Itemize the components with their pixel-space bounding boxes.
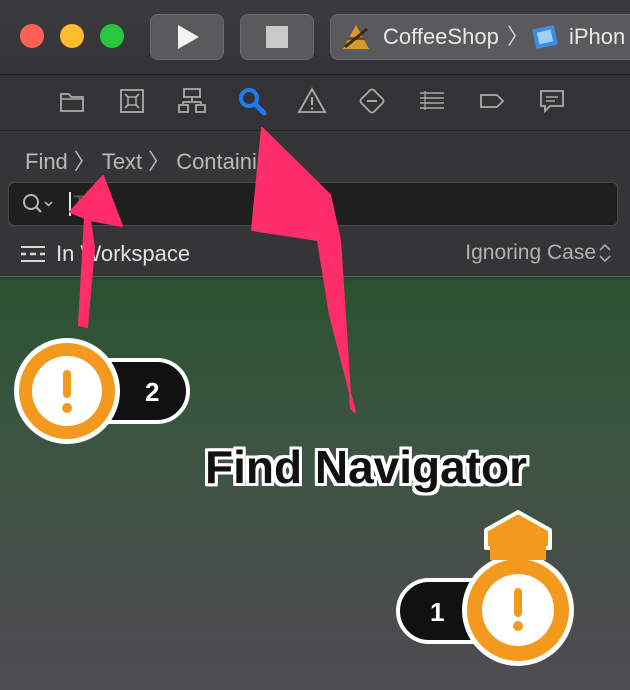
annotation-caption: Find Navigator	[205, 441, 528, 493]
find-mode-breadcrumb[interactable]: Find 〉 Text 〉 Containin	[25, 144, 269, 176]
list-icon[interactable]	[417, 86, 447, 116]
minimize-window-button[interactable]	[60, 24, 84, 48]
badge-1-number: 1	[430, 597, 445, 627]
chevron-right-icon: 〉	[507, 24, 530, 49]
find-search-field[interactable]: Te	[8, 182, 618, 226]
case-sensitivity-selector[interactable]: Ignoring Case	[465, 241, 596, 265]
search-icon[interactable]	[237, 86, 267, 116]
play-icon	[178, 25, 199, 49]
diamond-minus-icon[interactable]	[357, 86, 387, 116]
stop-icon	[266, 26, 288, 48]
scope-label[interactable]: In Workspace	[56, 241, 190, 267]
app-icon	[343, 25, 369, 49]
chevron-right-icon: 〉	[73, 149, 96, 174]
comment-icon[interactable]	[537, 86, 567, 116]
device-icon	[532, 25, 558, 49]
close-window-button[interactable]	[20, 24, 44, 48]
find-scope-row: In Workspace Ignoring Case	[0, 232, 630, 277]
scheme-selector[interactable]: CoffeeShop 〉 iPhon	[330, 14, 630, 60]
badge-2-number: 2	[145, 377, 160, 407]
scheme-app-label: CoffeeShop	[383, 24, 499, 49]
crumb-containing[interactable]: Containin	[176, 149, 269, 174]
run-button[interactable]	[150, 14, 224, 60]
tag-icon[interactable]	[477, 86, 507, 116]
stop-button[interactable]	[240, 14, 314, 60]
crumb-find[interactable]: Find	[25, 149, 68, 174]
updown-chevron-icon[interactable]	[598, 242, 612, 264]
zoom-window-button[interactable]	[100, 24, 124, 48]
search-options-icon[interactable]	[21, 192, 55, 216]
search-placeholder: Te	[73, 191, 97, 216]
folder-icon[interactable]	[57, 86, 87, 116]
scheme-device-label: iPhon	[569, 24, 626, 49]
crumb-text[interactable]: Text	[102, 149, 142, 174]
x-box-icon[interactable]	[117, 86, 147, 116]
warning-icon[interactable]	[297, 86, 327, 116]
navigator-selector-bar	[0, 75, 630, 131]
chevron-right-icon: 〉	[148, 149, 171, 174]
hierarchy-icon[interactable]	[177, 86, 207, 116]
scope-icon[interactable]	[20, 244, 46, 264]
text-cursor	[69, 192, 71, 216]
window-toolbar: CoffeeShop 〉 iPhon	[0, 0, 630, 75]
